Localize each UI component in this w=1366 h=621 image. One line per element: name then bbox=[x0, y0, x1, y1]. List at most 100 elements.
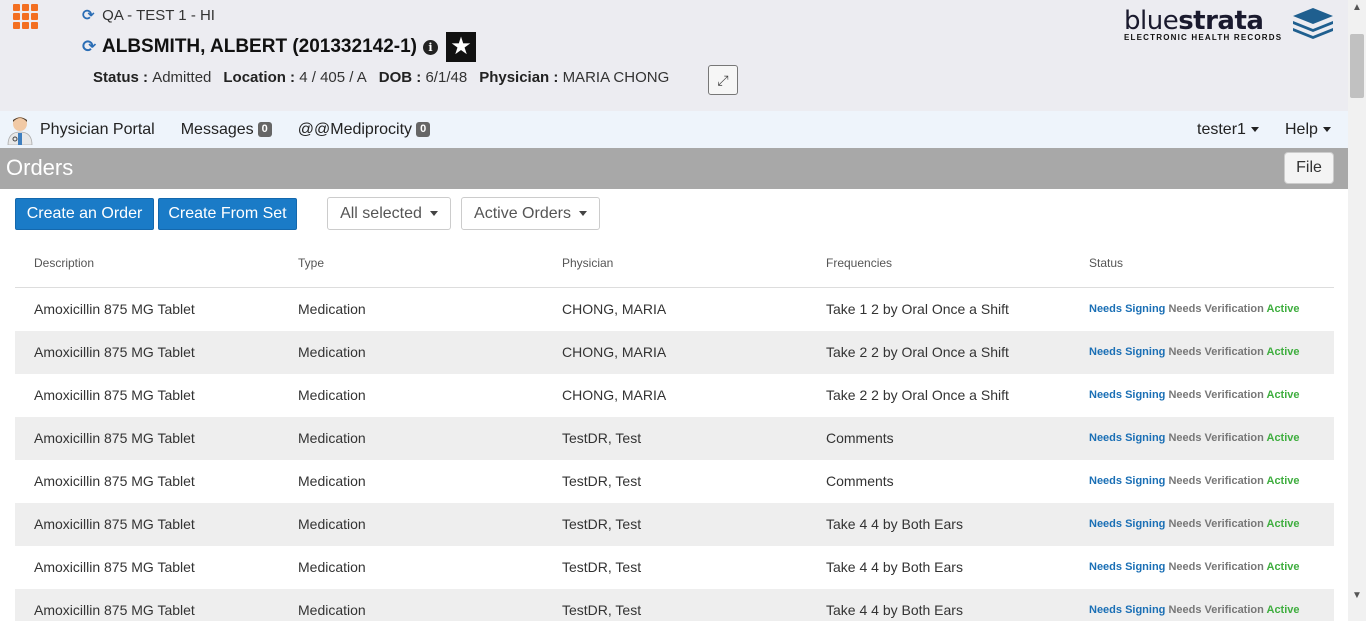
dob-label: DOB : bbox=[378, 69, 422, 86]
cell-frequency: Take 4 4 by Both Ears bbox=[826, 559, 963, 575]
refresh-icon[interactable]: ⟳ bbox=[82, 6, 98, 24]
cell-frequency: Take 2 2 by Oral Once a Shift bbox=[826, 344, 1009, 360]
help-menu[interactable]: Help bbox=[1285, 111, 1331, 148]
cell-status: Needs Signing Needs Verification Active bbox=[1089, 604, 1300, 616]
cell-type: Medication bbox=[298, 387, 366, 403]
expand-button[interactable]: ⤢ bbox=[708, 65, 738, 95]
patient-line: ⟳ ALBSMITH, ALBERT (201332142-1) i ★ bbox=[82, 32, 476, 62]
status-filter-dropdown[interactable]: Active Orders bbox=[461, 197, 600, 230]
orders-table: Description Type Physician Frequencies S… bbox=[15, 244, 1334, 621]
cell-frequency: Take 1 2 by Oral Once a Shift bbox=[826, 301, 1009, 317]
column-header-description[interactable]: Description bbox=[34, 256, 94, 270]
table-row[interactable]: Amoxicillin 875 MG Tablet Medication TestD… bbox=[15, 546, 1334, 589]
status-active: Active bbox=[1266, 518, 1300, 530]
expand-icon: ⤢ bbox=[717, 71, 729, 88]
nav-mediprocity[interactable]: @@Mediprocity 0 bbox=[285, 111, 443, 148]
physician-avatar-icon bbox=[7, 116, 33, 145]
table-row[interactable]: Amoxicillin 875 MG Tablet Medication CHONG… bbox=[15, 288, 1334, 331]
scroll-up-icon[interactable]: ▲ bbox=[1352, 2, 1362, 13]
patient-header: ⟳ QA - TEST 1 - HI ⟳ ALBSMITH, ALBERT (2… bbox=[0, 0, 1348, 111]
status-needs-verification: Needs Verification bbox=[1168, 389, 1264, 401]
status-needs-signing: Needs Signing bbox=[1089, 432, 1166, 444]
chevron-down-icon bbox=[429, 211, 438, 216]
cell-status: Needs Signing Needs Verification Active bbox=[1089, 303, 1300, 315]
nav-physician-portal[interactable]: Physician Portal bbox=[40, 111, 168, 148]
cell-status: Needs Signing Needs Verification Active bbox=[1089, 346, 1300, 358]
column-header-frequencies[interactable]: Frequencies bbox=[826, 256, 892, 270]
table-row[interactable]: Amoxicillin 875 MG Tablet Medication TestD… bbox=[15, 589, 1334, 621]
orders-title-bar: Orders File bbox=[0, 148, 1348, 189]
cell-physician: TestDR, Test bbox=[562, 516, 642, 532]
status-active: Active bbox=[1266, 604, 1300, 616]
location-value: 4 / 405 / A bbox=[299, 69, 367, 86]
page-scrollbar[interactable]: ▲ ▼ bbox=[1348, 0, 1366, 621]
patient-summary: Status : Admitted Location : 4 / 405 / A… bbox=[93, 69, 669, 86]
cell-frequency: Comments bbox=[826, 473, 894, 489]
scroll-down-icon[interactable]: ▼ bbox=[1352, 590, 1362, 601]
status-needs-signing: Needs Signing bbox=[1089, 346, 1166, 358]
status-active: Active bbox=[1266, 475, 1300, 487]
cell-description: Amoxicillin 875 MG Tablet bbox=[34, 559, 195, 575]
user-menu-label: tester1 bbox=[1197, 120, 1246, 138]
table-row[interactable]: Amoxicillin 875 MG Tablet Medication TestD… bbox=[15, 417, 1334, 460]
cell-type: Medication bbox=[298, 344, 366, 360]
info-icon[interactable]: i bbox=[422, 39, 438, 55]
refresh-icon[interactable]: ⟳ bbox=[82, 37, 98, 57]
status-label: Status : bbox=[93, 69, 149, 86]
cell-type: Medication bbox=[298, 473, 366, 489]
column-header-physician[interactable]: Physician bbox=[562, 256, 613, 270]
logo-text-bold: strata bbox=[1178, 6, 1264, 36]
table-header: Description Type Physician Frequencies S… bbox=[15, 244, 1334, 288]
logo-text-light: blue bbox=[1124, 6, 1179, 36]
cell-type: Medication bbox=[298, 430, 366, 446]
cell-description: Amoxicillin 875 MG Tablet bbox=[34, 301, 195, 317]
table-body: Amoxicillin 875 MG Tablet Medication CHONG… bbox=[15, 288, 1334, 621]
cell-frequency: Comments bbox=[826, 430, 894, 446]
table-row[interactable]: Amoxicillin 875 MG Tablet Medication CHONG… bbox=[15, 331, 1334, 374]
cell-physician: TestDR, Test bbox=[562, 473, 642, 489]
create-order-button[interactable]: Create an Order bbox=[15, 198, 154, 230]
cell-type: Medication bbox=[298, 602, 366, 618]
cell-frequency: Take 4 4 by Both Ears bbox=[826, 516, 963, 532]
status-needs-signing: Needs Signing bbox=[1089, 518, 1166, 530]
app-menu-grid-icon[interactable] bbox=[13, 4, 40, 29]
status-needs-verification: Needs Verification bbox=[1168, 475, 1264, 487]
status-needs-verification: Needs Verification bbox=[1168, 561, 1264, 573]
logo-tagline: ELECTRONIC HEALTH RECORDS bbox=[1124, 33, 1283, 42]
category-filter-label: All selected bbox=[340, 204, 422, 222]
bluestrata-logo: bluestrata ELECTRONIC HEALTH RECORDS bbox=[1124, 6, 1336, 46]
top-nav: Physician Portal Messages 0 @@Mediprocit… bbox=[0, 111, 1348, 148]
column-header-status[interactable]: Status bbox=[1089, 256, 1123, 270]
status-needs-verification: Needs Verification bbox=[1168, 346, 1264, 358]
column-header-type[interactable]: Type bbox=[298, 256, 324, 270]
cell-status: Needs Signing Needs Verification Active bbox=[1089, 389, 1300, 401]
user-menu[interactable]: tester1 bbox=[1197, 111, 1259, 148]
table-row[interactable]: Amoxicillin 875 MG Tablet Medication CHONG… bbox=[15, 374, 1334, 417]
category-filter-dropdown[interactable]: All selected bbox=[327, 197, 451, 230]
cell-physician: CHONG, MARIA bbox=[562, 344, 667, 360]
status-active: Active bbox=[1266, 303, 1300, 315]
table-row[interactable]: Amoxicillin 875 MG Tablet Medication TestD… bbox=[15, 460, 1334, 503]
table-row[interactable]: Amoxicillin 875 MG Tablet Medication TestD… bbox=[15, 503, 1334, 546]
nav-physician-portal-label: Physician Portal bbox=[40, 120, 155, 138]
scrollbar-thumb[interactable] bbox=[1350, 34, 1364, 98]
nav-messages[interactable]: Messages 0 bbox=[168, 111, 285, 148]
cell-description: Amoxicillin 875 MG Tablet bbox=[34, 387, 195, 403]
chevron-down-icon bbox=[578, 211, 587, 216]
physician-value: MARIA CHONG bbox=[562, 69, 670, 86]
cell-type: Medication bbox=[298, 516, 366, 532]
nav-mediprocity-label: @@Mediprocity bbox=[297, 120, 413, 138]
cell-status: Needs Signing Needs Verification Active bbox=[1089, 561, 1300, 573]
cell-physician: CHONG, MARIA bbox=[562, 387, 667, 403]
star-badge-icon[interactable]: ★ bbox=[445, 32, 476, 62]
cell-type: Medication bbox=[298, 559, 366, 575]
status-needs-verification: Needs Verification bbox=[1168, 604, 1264, 616]
status-needs-verification: Needs Verification bbox=[1168, 303, 1264, 315]
status-value: Admitted bbox=[152, 69, 212, 86]
cell-description: Amoxicillin 875 MG Tablet bbox=[34, 473, 195, 489]
status-active: Active bbox=[1266, 389, 1300, 401]
create-from-set-button[interactable]: Create From Set bbox=[158, 198, 297, 230]
cell-description: Amoxicillin 875 MG Tablet bbox=[34, 516, 195, 532]
file-button[interactable]: File bbox=[1284, 152, 1334, 184]
physician-label: Physician : bbox=[479, 69, 559, 86]
